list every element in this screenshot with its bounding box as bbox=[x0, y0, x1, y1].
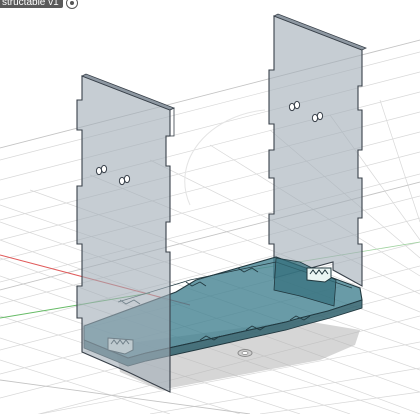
base-clip-right[interactable] bbox=[306, 267, 332, 283]
3d-viewport[interactable] bbox=[0, 0, 420, 414]
origin-marker-icon[interactable] bbox=[237, 349, 253, 357]
record-icon[interactable] bbox=[65, 0, 78, 9]
orbit-circle bbox=[184, 109, 266, 206]
right-side-panel[interactable] bbox=[268, 15, 363, 287]
left-side-panel[interactable] bbox=[76, 75, 171, 393]
left-panel-inner-edge bbox=[169, 107, 175, 137]
document-tab-label: structable v1 bbox=[0, 0, 63, 8]
document-tab[interactable]: structable v1 bbox=[0, 0, 78, 10]
